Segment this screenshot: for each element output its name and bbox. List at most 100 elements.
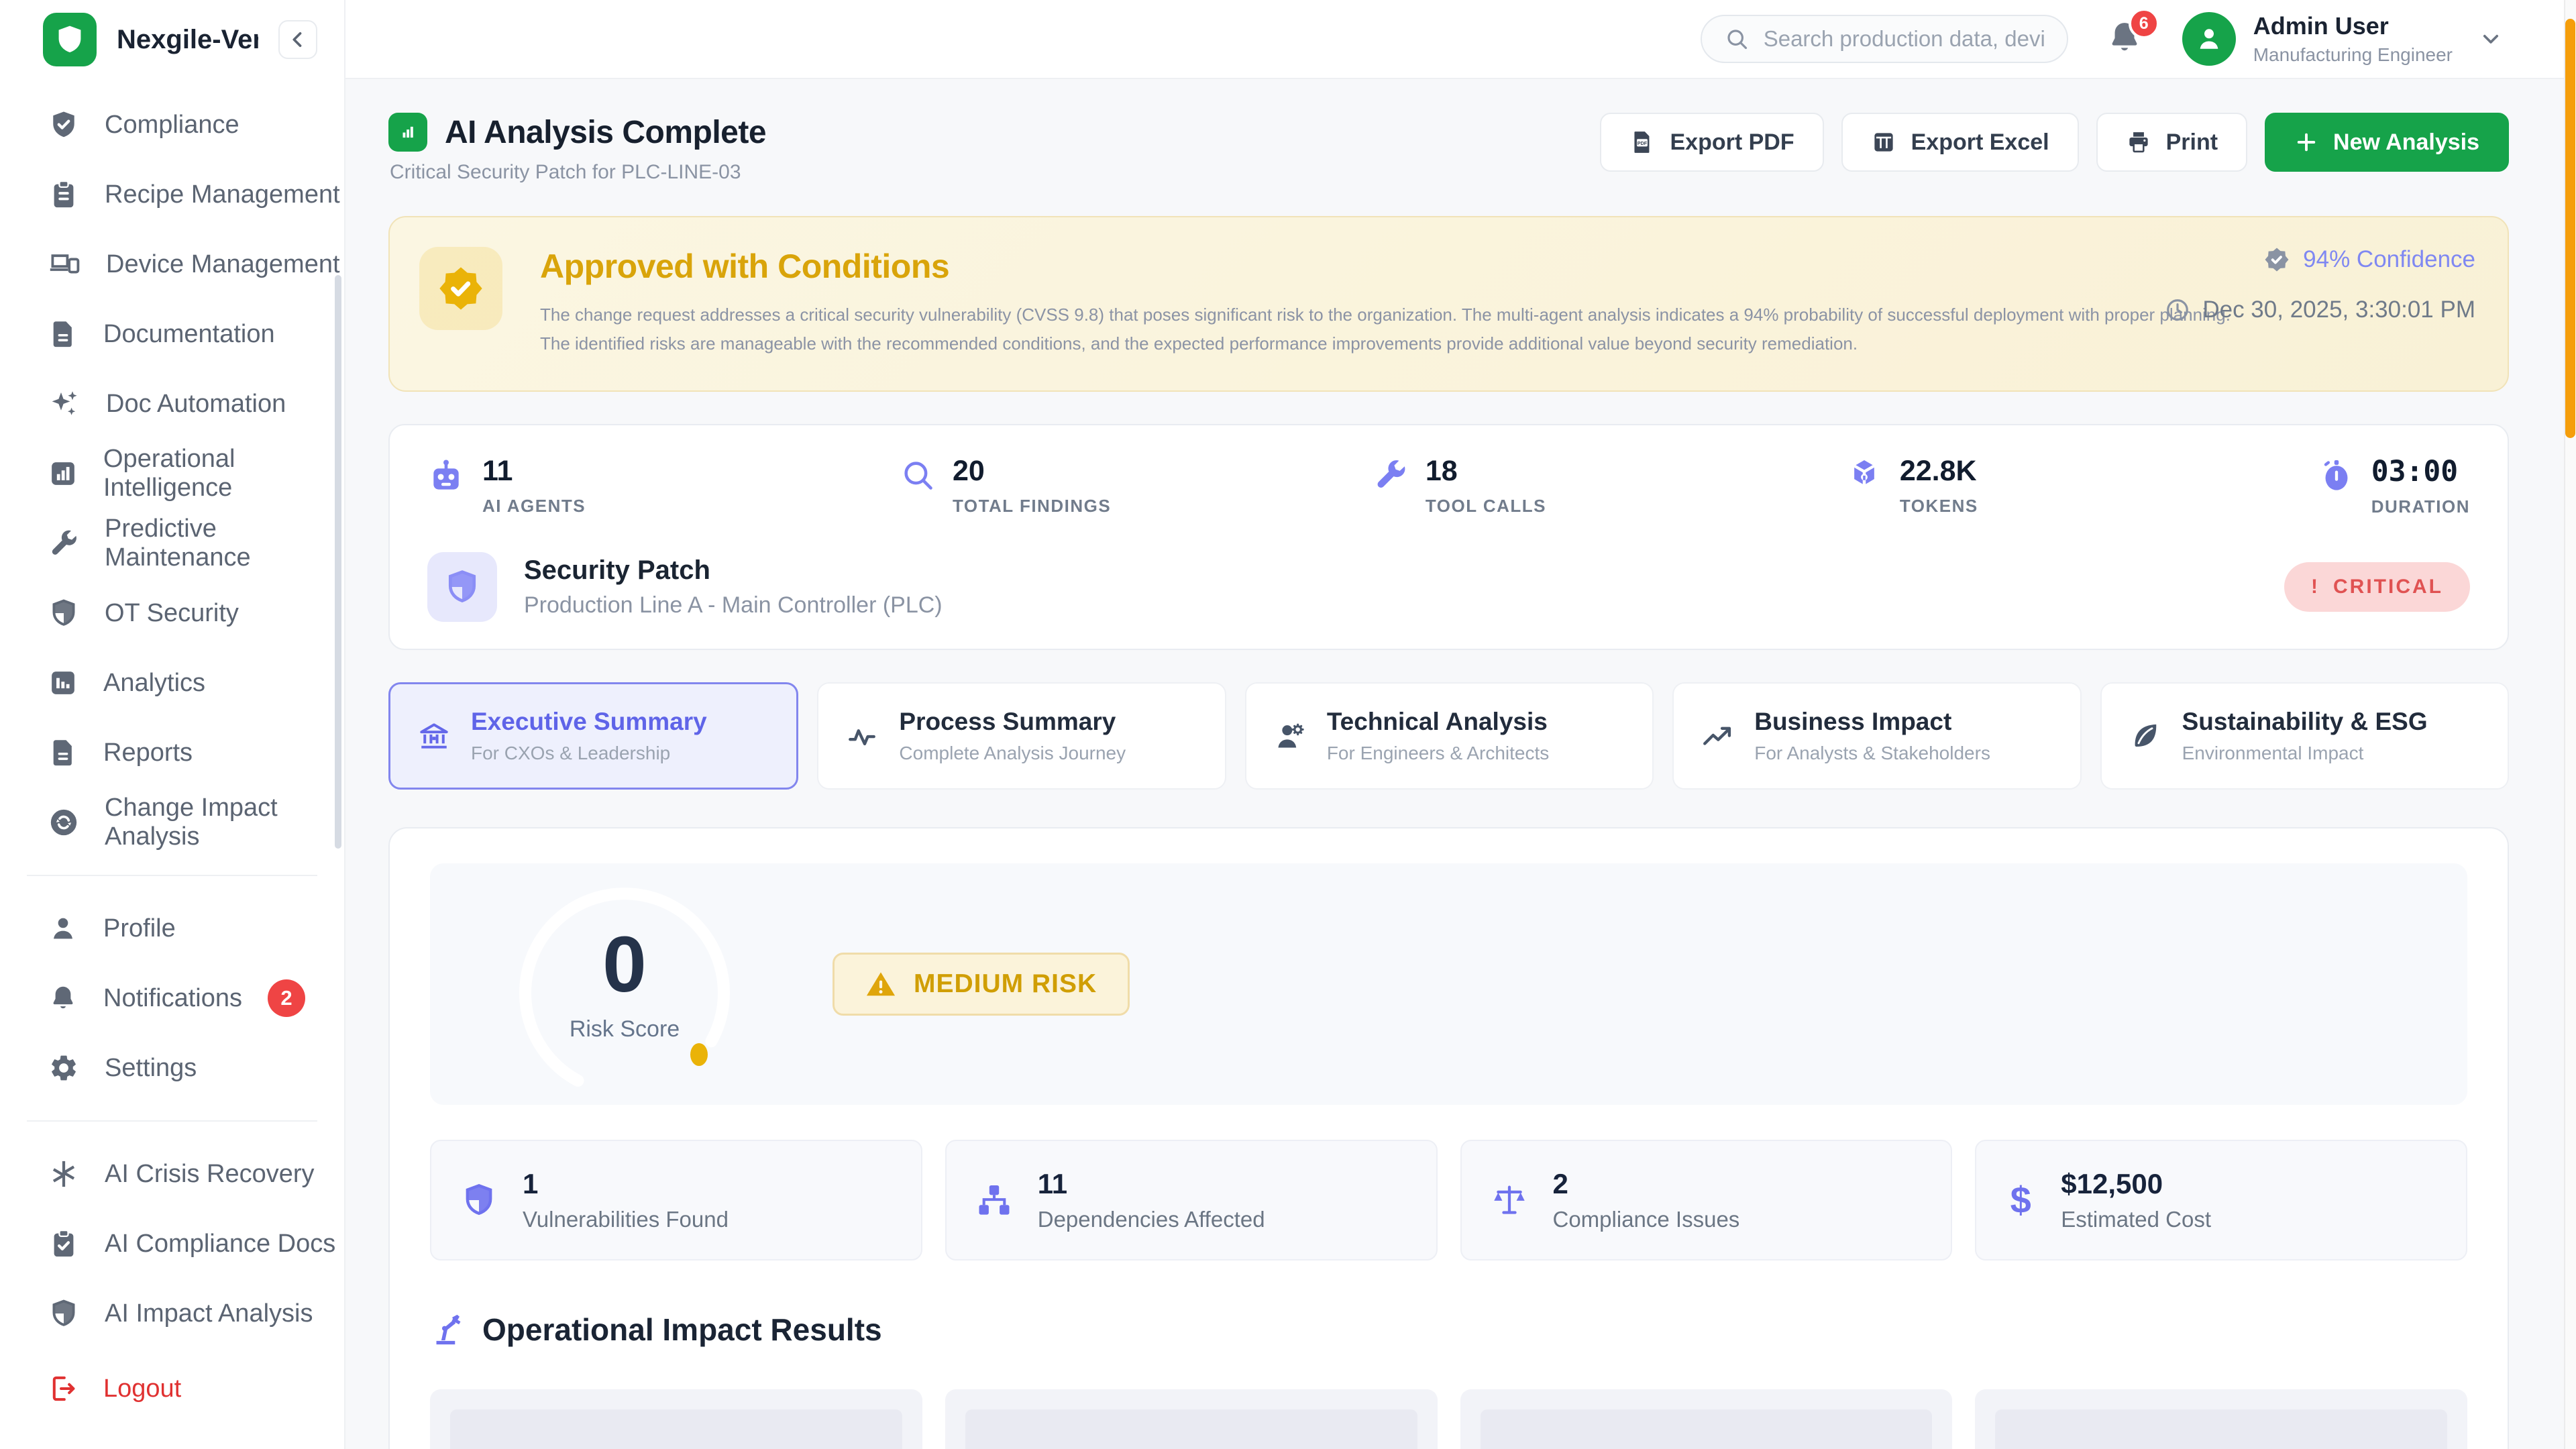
main-column: 6 Admin User Manufacturing Engineer AI A…	[345, 0, 2576, 1449]
tab-business-impact[interactable]: Business Impact For Analysts & Stakehold…	[1672, 682, 2081, 790]
bar-chart-icon	[396, 120, 420, 144]
placeholder-block	[965, 1409, 1417, 1449]
user-name: Admin User	[2253, 12, 2453, 40]
tab-label: Executive Summary	[471, 708, 707, 736]
clipboard-check-icon	[48, 1228, 79, 1259]
avatar	[2182, 12, 2236, 66]
export-pdf-label: Export PDF	[1670, 129, 1794, 156]
sidebar-item-documentation[interactable]: Documentation	[0, 299, 344, 369]
export-pdf-button[interactable]: Export PDF	[1600, 113, 1823, 172]
header-notification-badge: 6	[2129, 8, 2159, 39]
stat-tokens: 22.8K TOKENS	[1846, 455, 2319, 517]
search-input[interactable]	[1764, 26, 2044, 52]
plus-icon	[2294, 130, 2318, 154]
tab-technical-analysis[interactable]: Technical Analysis For Engineers & Archi…	[1245, 682, 1654, 790]
stat-value: 18	[1426, 455, 1546, 488]
stat-label: AI AGENTS	[482, 496, 586, 517]
tab-sustainability-esg[interactable]: Sustainability & ESG Environmental Impac…	[2100, 682, 2509, 790]
sidebar-item-reports[interactable]: Reports	[0, 718, 344, 788]
window-scrollbar-track[interactable]	[2564, 0, 2576, 1449]
dollar-icon: $	[2006, 1178, 2035, 1222]
tab-executive-summary[interactable]: Executive Summary For CXOs & Leadership	[388, 682, 798, 790]
tab-process-summary[interactable]: Process Summary Complete Analysis Journe…	[817, 682, 1226, 790]
stat-total-findings: 20 TOTAL FINDINGS	[900, 455, 1373, 517]
tab-sublabel: For Analysts & Stakeholders	[1754, 743, 1990, 764]
brand-row: Nexgile-Versionmi...	[0, 0, 344, 79]
brand-name: Nexgile-Versionmi...	[117, 25, 258, 55]
global-search[interactable]	[1701, 15, 2068, 63]
result-card-placeholder	[430, 1389, 922, 1449]
chevron-down-icon	[2479, 28, 2502, 50]
sidebar-item-compliance[interactable]: Compliance	[0, 90, 344, 160]
sidebar-item-profile[interactable]: Profile	[0, 894, 344, 963]
risk-gauge-panel: 0 Risk Score MEDIUM RISK	[430, 863, 2467, 1105]
timestamp-row: Dec 30, 2025, 3:30:01 PM	[2165, 297, 2475, 323]
sidebar-item-predictive-maintenance[interactable]: Predictive Maintenance	[0, 508, 344, 578]
sidebar-item-ai-compliance-docs[interactable]: AI Compliance Docs	[0, 1209, 344, 1279]
exclamation-mark: !	[2311, 576, 2320, 598]
sidebar-item-notifications[interactable]: Notifications 2	[0, 963, 344, 1033]
sidebar-item-recipe-management[interactable]: Recipe Management	[0, 160, 344, 229]
executive-summary-panel: 0 Risk Score MEDIUM RISK 1 Vulnerabiliti…	[388, 827, 2509, 1449]
tab-sublabel: Environmental Impact	[2182, 743, 2428, 764]
new-analysis-button[interactable]: New Analysis	[2265, 113, 2509, 172]
document-icon	[48, 319, 78, 349]
robot-icon	[427, 458, 465, 495]
sidebar-item-label: Predictive Maintenance	[105, 515, 344, 572]
risk-gauge: 0 Risk Score	[511, 863, 739, 1105]
shield-icon	[461, 1182, 497, 1218]
sidebar-item-ai-impact-analysis[interactable]: AI Impact Analysis	[0, 1279, 344, 1348]
refresh-icon	[48, 807, 79, 838]
impact-label: Vulnerabilities Found	[523, 1207, 729, 1232]
tab-sublabel: For CXOs & Leadership	[471, 743, 707, 764]
sidebar-item-logout[interactable]: Logout	[0, 1354, 344, 1424]
sidebar-nav: Compliance Recipe Management Device Mana…	[0, 79, 344, 1424]
risk-score-label: Risk Score	[570, 1016, 680, 1042]
sidebar-collapse-button[interactable]	[278, 20, 317, 59]
tab-label: Business Impact	[1754, 708, 1990, 736]
sidebar-item-change-impact-analysis[interactable]: Change Impact Analysis	[0, 788, 344, 857]
sidebar-item-operational-intelligence[interactable]: Operational Intelligence	[0, 439, 344, 508]
sidebar-item-analytics[interactable]: Analytics	[0, 648, 344, 718]
gauge-indicator-dot	[690, 1043, 708, 1066]
sidebar-item-settings[interactable]: Settings	[0, 1033, 344, 1103]
sidebar-scrollbar-thumb[interactable]	[335, 275, 341, 849]
impact-stats-row: 1 Vulnerabilities Found 11 Dependencies …	[430, 1140, 2467, 1260]
severity-badge: ! CRITICAL	[2284, 562, 2470, 612]
devices-icon	[48, 248, 80, 280]
confidence-row: 94% Confidence	[2263, 246, 2475, 274]
stat-tool-calls: 18 TOOL CALLS	[1373, 455, 1846, 517]
sidebar-item-label: Recipe Management	[105, 180, 340, 209]
sidebar-item-device-management[interactable]: Device Management	[0, 229, 344, 299]
tab-sublabel: For Engineers & Architects	[1327, 743, 1549, 764]
stat-label: TOKENS	[1900, 496, 1978, 517]
approval-seal-icon-box	[419, 247, 502, 330]
stat-value: 20	[953, 455, 1111, 488]
sidebar-item-label: Device Management	[106, 250, 340, 279]
new-analysis-label: New Analysis	[2333, 129, 2479, 156]
notifications-count-badge: 2	[268, 979, 305, 1017]
header-notifications-button[interactable]: 6	[2106, 17, 2145, 60]
impact-label: Compliance Issues	[1553, 1207, 1740, 1232]
sidebar-item-ot-security[interactable]: OT Security	[0, 578, 344, 648]
pdf-icon	[1629, 129, 1655, 155]
security-patch-icon-box	[427, 552, 497, 622]
user-icon	[48, 914, 78, 943]
page-subtitle: Critical Security Patch for PLC-LINE-03	[390, 161, 766, 184]
sidebar-item-label: Compliance	[105, 111, 239, 140]
sidebar-item-label: Documentation	[103, 320, 275, 349]
export-excel-button[interactable]: Export Excel	[1841, 113, 2079, 172]
sidebar-item-ai-crisis-recovery[interactable]: AI Crisis Recovery	[0, 1139, 344, 1209]
shield-logo-icon	[54, 23, 86, 56]
tokens-cube-icon	[1846, 458, 1882, 494]
printer-icon	[2126, 129, 2151, 155]
user-menu[interactable]: Admin User Manufacturing Engineer	[2182, 12, 2502, 66]
badge-check-icon	[2263, 246, 2291, 274]
window-scrollbar-thumb[interactable]	[2565, 19, 2575, 438]
sidebar-item-doc-automation[interactable]: Doc Automation	[0, 369, 344, 439]
severity-label: CRITICAL	[2333, 576, 2443, 598]
print-button[interactable]: Print	[2096, 113, 2247, 172]
brand-logo	[43, 13, 97, 66]
stat-label: DURATION	[2371, 496, 2470, 517]
bell-icon	[48, 983, 78, 1013]
